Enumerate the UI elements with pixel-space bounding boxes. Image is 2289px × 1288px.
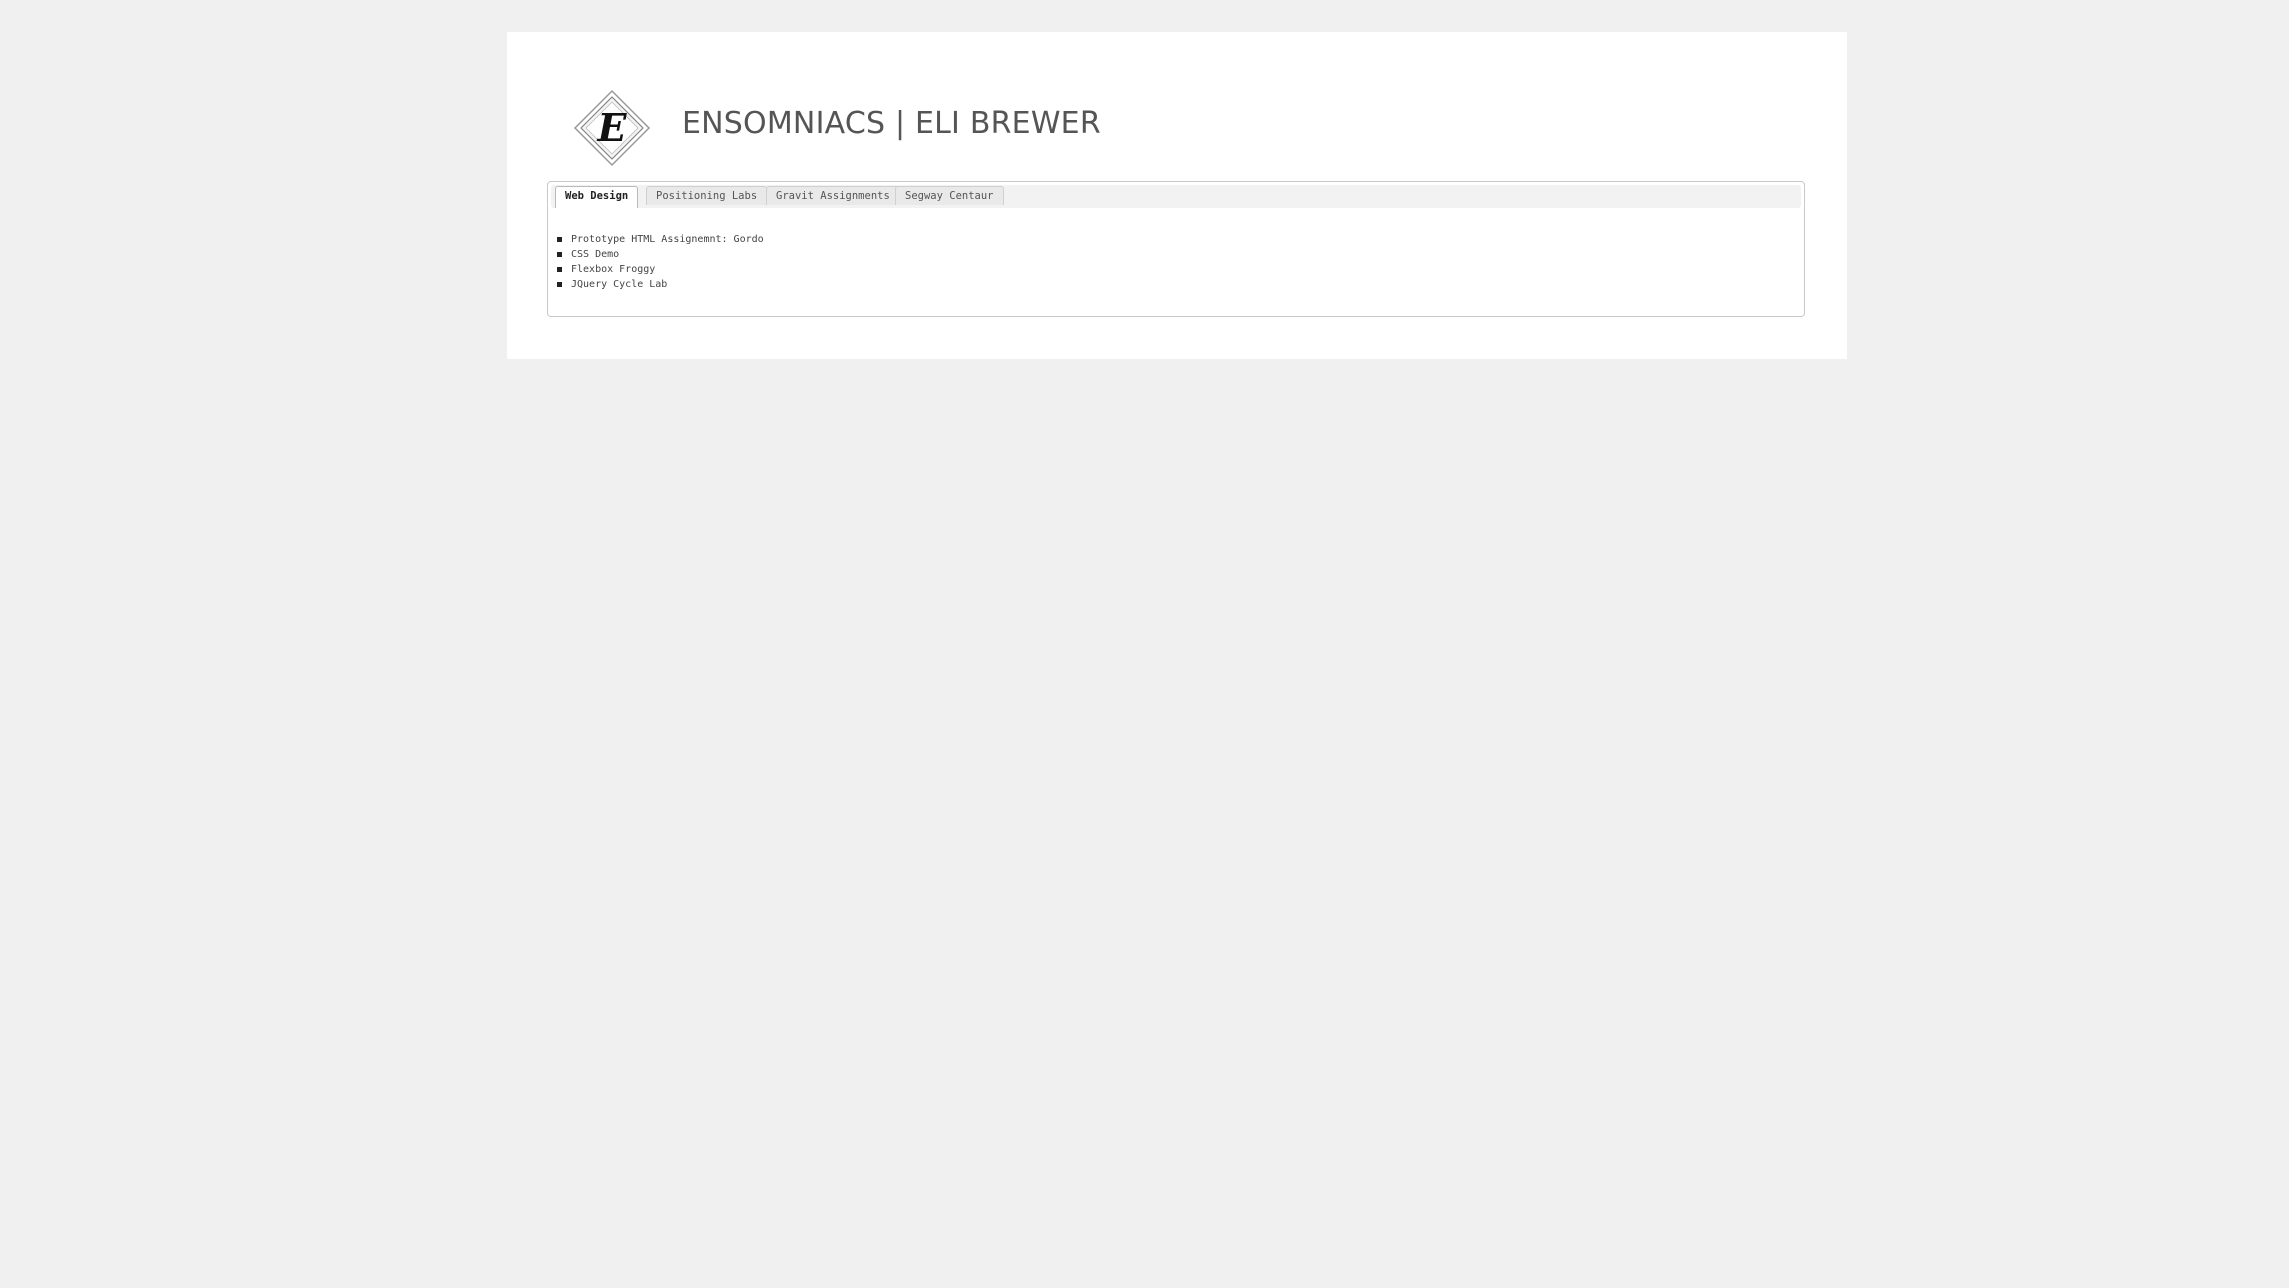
square-bullet-icon — [557, 267, 562, 272]
link-flexbox-froggy[interactable]: Flexbox Froggy — [571, 264, 655, 275]
site-title: ENSOMNIACS | ELI BREWER — [682, 106, 1101, 141]
link-list: Prototype HTML Assignemnt: Gordo CSS Dem… — [556, 232, 764, 292]
logo-diamond-graphic: E — [573, 89, 651, 167]
link-jquery-cycle-lab[interactable]: JQuery Cycle Lab — [571, 279, 667, 290]
list-item: Flexbox Froggy — [556, 262, 764, 277]
list-item: JQuery Cycle Lab — [556, 277, 764, 292]
tab-gravit-assignments[interactable]: Gravit Assignments — [766, 186, 900, 205]
tab-segway-centaur[interactable]: Segway Centaur — [895, 186, 1004, 205]
tab-positioning-labs[interactable]: Positioning Labs — [646, 186, 768, 205]
square-bullet-icon — [557, 252, 562, 257]
list-item: Prototype HTML Assignemnt: Gordo — [556, 232, 764, 247]
link-prototype-html[interactable]: Prototype HTML Assignemnt: Gordo — [571, 234, 764, 245]
tabs-widget: Web Design Positioning Labs Gravit Assig… — [547, 181, 1805, 317]
tab-web-design[interactable]: Web Design — [555, 186, 639, 208]
page-container: E ENSOMNIACS | ELI BREWER Web Design Pos… — [507, 32, 1847, 359]
tab-bar: Web Design Positioning Labs Gravit Assig… — [551, 185, 1801, 208]
square-bullet-icon — [557, 237, 562, 242]
square-bullet-icon — [557, 282, 562, 287]
logo-icon[interactable]: E — [573, 89, 651, 167]
link-css-demo[interactable]: CSS Demo — [571, 249, 619, 260]
list-item: CSS Demo — [556, 247, 764, 262]
tab-panel-web-design: Prototype HTML Assignemnt: Gordo CSS Dem… — [556, 232, 764, 292]
logo-letter: E — [597, 105, 628, 150]
